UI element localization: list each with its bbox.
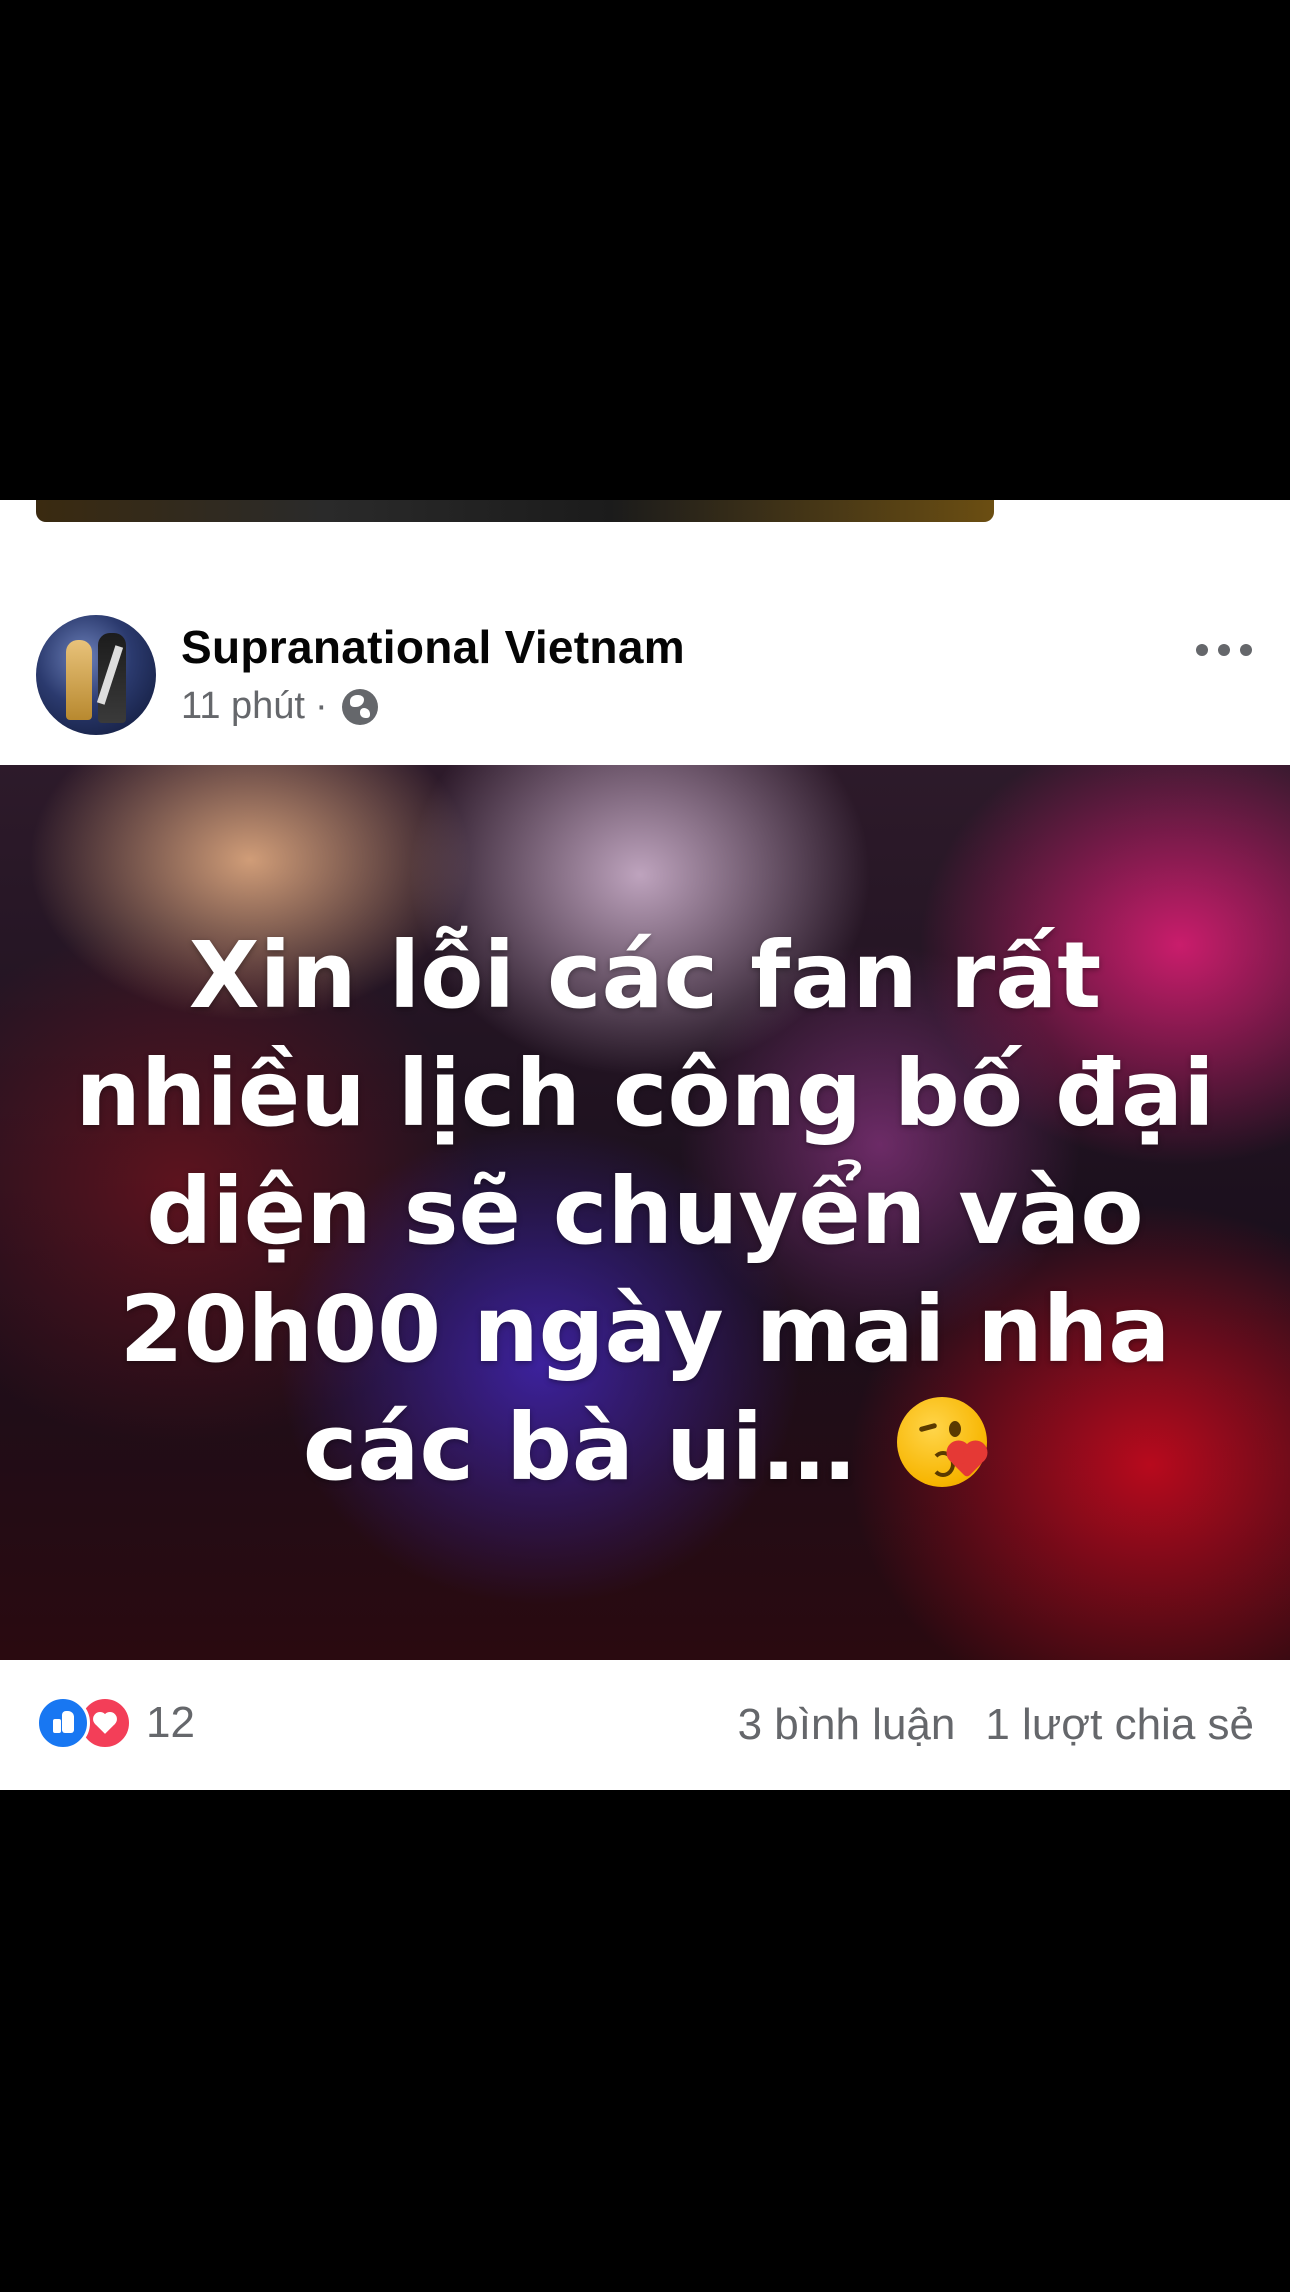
post-text-line: Xin lỗi các fan rất: [188, 922, 1102, 1029]
post-header: Supranational Vietnam 11 phút ·: [0, 610, 1290, 750]
more-options-icon[interactable]: [1196, 640, 1252, 660]
post-text-line: diện sẽ chuyển vào: [146, 1158, 1144, 1265]
previous-post-image-edge: [36, 500, 994, 522]
avatar-figure: [66, 640, 92, 720]
emoji-eye: [949, 1421, 962, 1437]
dot: [1196, 644, 1208, 656]
reaction-count: 12: [146, 1698, 195, 1747]
reactions-summary[interactable]: 12: [36, 1696, 195, 1750]
like-icon: [36, 1696, 90, 1750]
page-name[interactable]: Supranational Vietnam: [181, 620, 685, 674]
post-text: Xin lỗi các fan rất nhiều lịch công bố đ…: [60, 917, 1230, 1507]
post-text-line: các bà ui…: [302, 1394, 856, 1501]
post-meta: 11 phút ·: [181, 685, 378, 728]
comments-count[interactable]: 3 bình luận: [738, 1700, 956, 1750]
post-text-line: nhiều lịch công bố đại: [75, 1040, 1215, 1147]
kissing-face-heart-icon: [897, 1397, 988, 1487]
post-card: Supranational Vietnam 11 phút · Xin lỗi …: [0, 500, 1290, 1790]
top-black-area: [0, 0, 1290, 500]
post-text-line-last: các bà ui…: [60, 1389, 1230, 1507]
post-footer: 12 3 bình luận 1 lượt chia sẻ: [0, 1660, 1290, 1790]
dot: [1240, 644, 1252, 656]
heart-shape: [95, 1714, 115, 1734]
post-stats: 3 bình luận 1 lượt chia sẻ: [738, 1700, 1254, 1750]
dot: [1218, 644, 1230, 656]
page-avatar[interactable]: [36, 615, 156, 735]
shares-count[interactable]: 1 lượt chia sẻ: [985, 1700, 1254, 1750]
post-text-line: 20h00 ngày mai nha: [119, 1276, 1171, 1383]
heart-icon: [950, 1444, 985, 1478]
post-time[interactable]: 11 phút: [181, 685, 305, 728]
emoji-eye: [918, 1422, 938, 1433]
globe-icon: [341, 688, 378, 725]
meta-separator: ·: [314, 685, 328, 727]
post-text-background[interactable]: Xin lỗi các fan rất nhiều lịch công bố đ…: [0, 765, 1290, 1660]
